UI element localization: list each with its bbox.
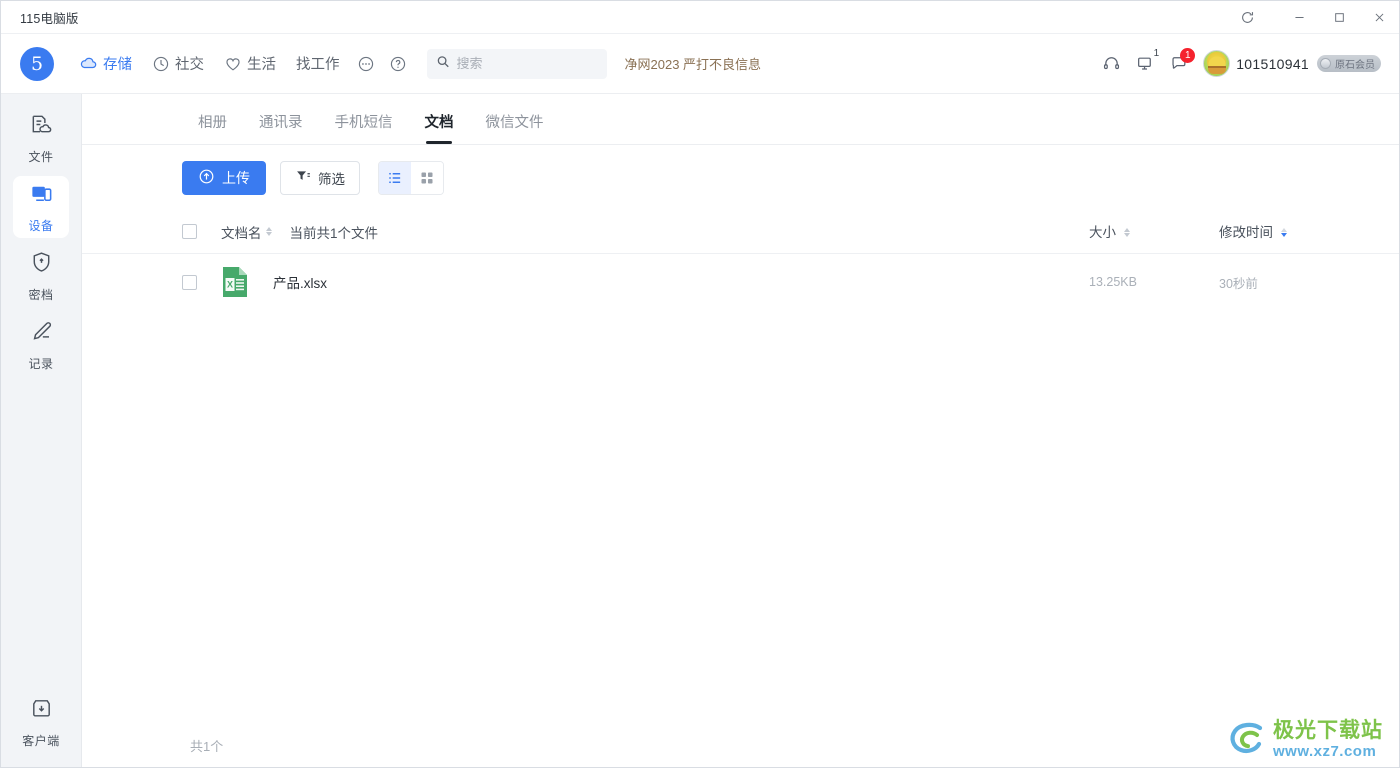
- monitor-icon[interactable]: 1: [1128, 47, 1162, 81]
- filter-button[interactable]: 筛选: [280, 160, 360, 195]
- gem-icon: [1320, 58, 1331, 69]
- sort-name-icon[interactable]: [265, 227, 272, 236]
- app-logo-text: 5: [30, 52, 44, 75]
- tab-contacts[interactable]: 通讯录: [243, 111, 319, 144]
- file-name-label: 产品.xlsx: [273, 276, 327, 291]
- filter-icon: [295, 168, 311, 187]
- sidebar: 文件 设备 密档 记录 客户端: [1, 94, 82, 767]
- nav-item-jobs[interactable]: 找工作: [287, 49, 349, 78]
- nav-item-life-label: 生活: [247, 57, 276, 73]
- header-nav: 存储 社交 生活 找工作: [70, 49, 413, 78]
- download-box-icon: [29, 696, 54, 726]
- search-box[interactable]: [426, 48, 607, 79]
- minimize-icon[interactable]: [1279, 1, 1319, 33]
- help-icon: [389, 55, 407, 73]
- tab-documents[interactable]: 文档: [409, 111, 470, 144]
- status-badge[interactable]: 原石会员: [1317, 55, 1381, 72]
- filter-button-label: 筛选: [318, 171, 345, 187]
- message-icon[interactable]: 1: [1162, 47, 1196, 81]
- upload-button-label: 上传: [222, 169, 250, 186]
- search-input[interactable]: [456, 56, 607, 71]
- nav-item-storage[interactable]: 存储: [70, 49, 141, 78]
- sidebar-item-devices-label: 设备: [28, 218, 54, 233]
- vip-label: 原石会员: [1335, 60, 1375, 71]
- toolbar: 上传 筛选: [82, 145, 1399, 210]
- tab-wechat-files[interactable]: 微信文件: [470, 111, 560, 144]
- sidebar-item-vault[interactable]: 密档: [13, 245, 69, 307]
- maximize-icon[interactable]: [1319, 1, 1359, 33]
- tab-albums[interactable]: 相册: [182, 111, 243, 144]
- nav-item-more[interactable]: [351, 51, 381, 77]
- sidebar-item-records[interactable]: 记录: [13, 314, 69, 376]
- shield-lock-icon: [29, 250, 54, 280]
- header-cell-modified: 修改时间: [1219, 221, 1369, 242]
- app-header: 5 存储 社交 生活 找工作 搜索 净网2023 严打不良信息 1 1 1015…: [1, 34, 1399, 94]
- nav-item-social[interactable]: 社交: [143, 49, 213, 78]
- cell-file-size: 13.25KB: [1089, 275, 1137, 289]
- avatar[interactable]: [1203, 50, 1231, 77]
- tab-sms[interactable]: 手机短信: [319, 111, 409, 144]
- nav-item-jobs-label: 找工作: [296, 57, 340, 73]
- headset-icon[interactable]: [1094, 47, 1128, 81]
- row-checkbox[interactable]: [182, 274, 197, 290]
- upload-button[interactable]: 上传: [182, 160, 266, 195]
- nav-item-storage-label: 存储: [103, 57, 132, 73]
- select-all-checkbox[interactable]: [182, 224, 197, 239]
- close-icon[interactable]: [1359, 1, 1399, 33]
- content-tabs: 相册 通讯录 手机短信 文档 微信文件: [82, 94, 1399, 145]
- monitor-badge: 1: [1153, 47, 1160, 59]
- main-panel: 相册 通讯录 手机短信 文档 微信文件 上传 筛选 文档名 当前共1个文件 大小…: [82, 94, 1399, 767]
- sidebar-item-files-label: 文件: [28, 149, 54, 164]
- table-row[interactable]: X 产品.xlsx 13.25KB 30秒前: [82, 254, 1399, 310]
- header-modified-label: 修改时间: [1219, 225, 1273, 240]
- nav-item-help[interactable]: [383, 51, 413, 77]
- sidebar-item-devices[interactable]: 设备: [13, 176, 69, 238]
- table-header-row: 文档名 当前共1个文件 大小 修改时间: [82, 210, 1399, 254]
- cell-file-modified: 30秒前: [1219, 276, 1258, 291]
- nav-item-life[interactable]: 生活: [215, 49, 285, 78]
- app-body: 文件 设备 密档 记录 客户端 相册 通讯录 手机短信 文档 微信文件 上传 筛…: [1, 94, 1399, 767]
- app-logo[interactable]: 5: [20, 46, 54, 81]
- header-cell-name: 文档名 当前共1个文件: [221, 222, 1089, 242]
- header-name-label: 文档名: [221, 225, 262, 241]
- username-label[interactable]: 101510941: [1236, 56, 1309, 72]
- header-size-label: 大小: [1089, 225, 1116, 240]
- refresh-icon[interactable]: [1227, 1, 1267, 33]
- sidebar-item-client[interactable]: 客户端: [13, 698, 69, 760]
- view-toggle: [378, 160, 444, 195]
- app-window: 115电脑版 5 存储 社交 生活 找工作 搜索 净网2023 严打不良信息 1…: [0, 0, 1400, 768]
- cell-file-name: X 产品.xlsx: [221, 266, 1089, 298]
- sidebar-item-vault-label: 密档: [28, 287, 54, 302]
- status-bar: 共1个: [82, 723, 1399, 767]
- sort-size-icon[interactable]: [1124, 228, 1131, 238]
- grid-view-icon[interactable]: [411, 161, 443, 194]
- upload-icon: [198, 168, 215, 188]
- search-icon: [436, 54, 450, 73]
- pencil-icon: [29, 319, 54, 349]
- window-title: 115电脑版: [20, 11, 79, 26]
- notice-text: 净网2023 严打不良信息: [624, 57, 762, 72]
- file-cloud-icon: [29, 112, 54, 142]
- file-table: 文档名 当前共1个文件 大小 修改时间 X 产品.xlsx 13.25KB 30…: [82, 210, 1399, 723]
- sidebar-item-records-label: 记录: [28, 356, 54, 371]
- svg-text:X: X: [227, 280, 233, 290]
- heart-icon: [224, 55, 242, 73]
- sidebar-item-client-label: 客户端: [22, 734, 60, 748]
- list-view-icon[interactable]: [379, 161, 411, 194]
- header-right-group: 1 1 101510941 原石会员: [1094, 47, 1381, 81]
- header-cell-size: 大小: [1089, 221, 1219, 242]
- clock-icon: [152, 55, 170, 73]
- sort-modified-icon[interactable]: [1281, 228, 1288, 238]
- message-badge: 1: [1180, 47, 1196, 63]
- device-icon: [29, 181, 54, 211]
- title-bar: 115电脑版: [1, 1, 1399, 34]
- total-count-label: 共1个: [190, 738, 224, 754]
- cloud-icon: [79, 54, 98, 73]
- nav-item-social-label: 社交: [175, 57, 204, 73]
- avatar-basket-shape: [1207, 66, 1226, 74]
- more-icon: [357, 55, 375, 73]
- excel-file-icon: X: [221, 266, 249, 298]
- sidebar-item-files[interactable]: 文件: [13, 107, 69, 169]
- file-count-text: 当前共1个文件: [289, 225, 379, 241]
